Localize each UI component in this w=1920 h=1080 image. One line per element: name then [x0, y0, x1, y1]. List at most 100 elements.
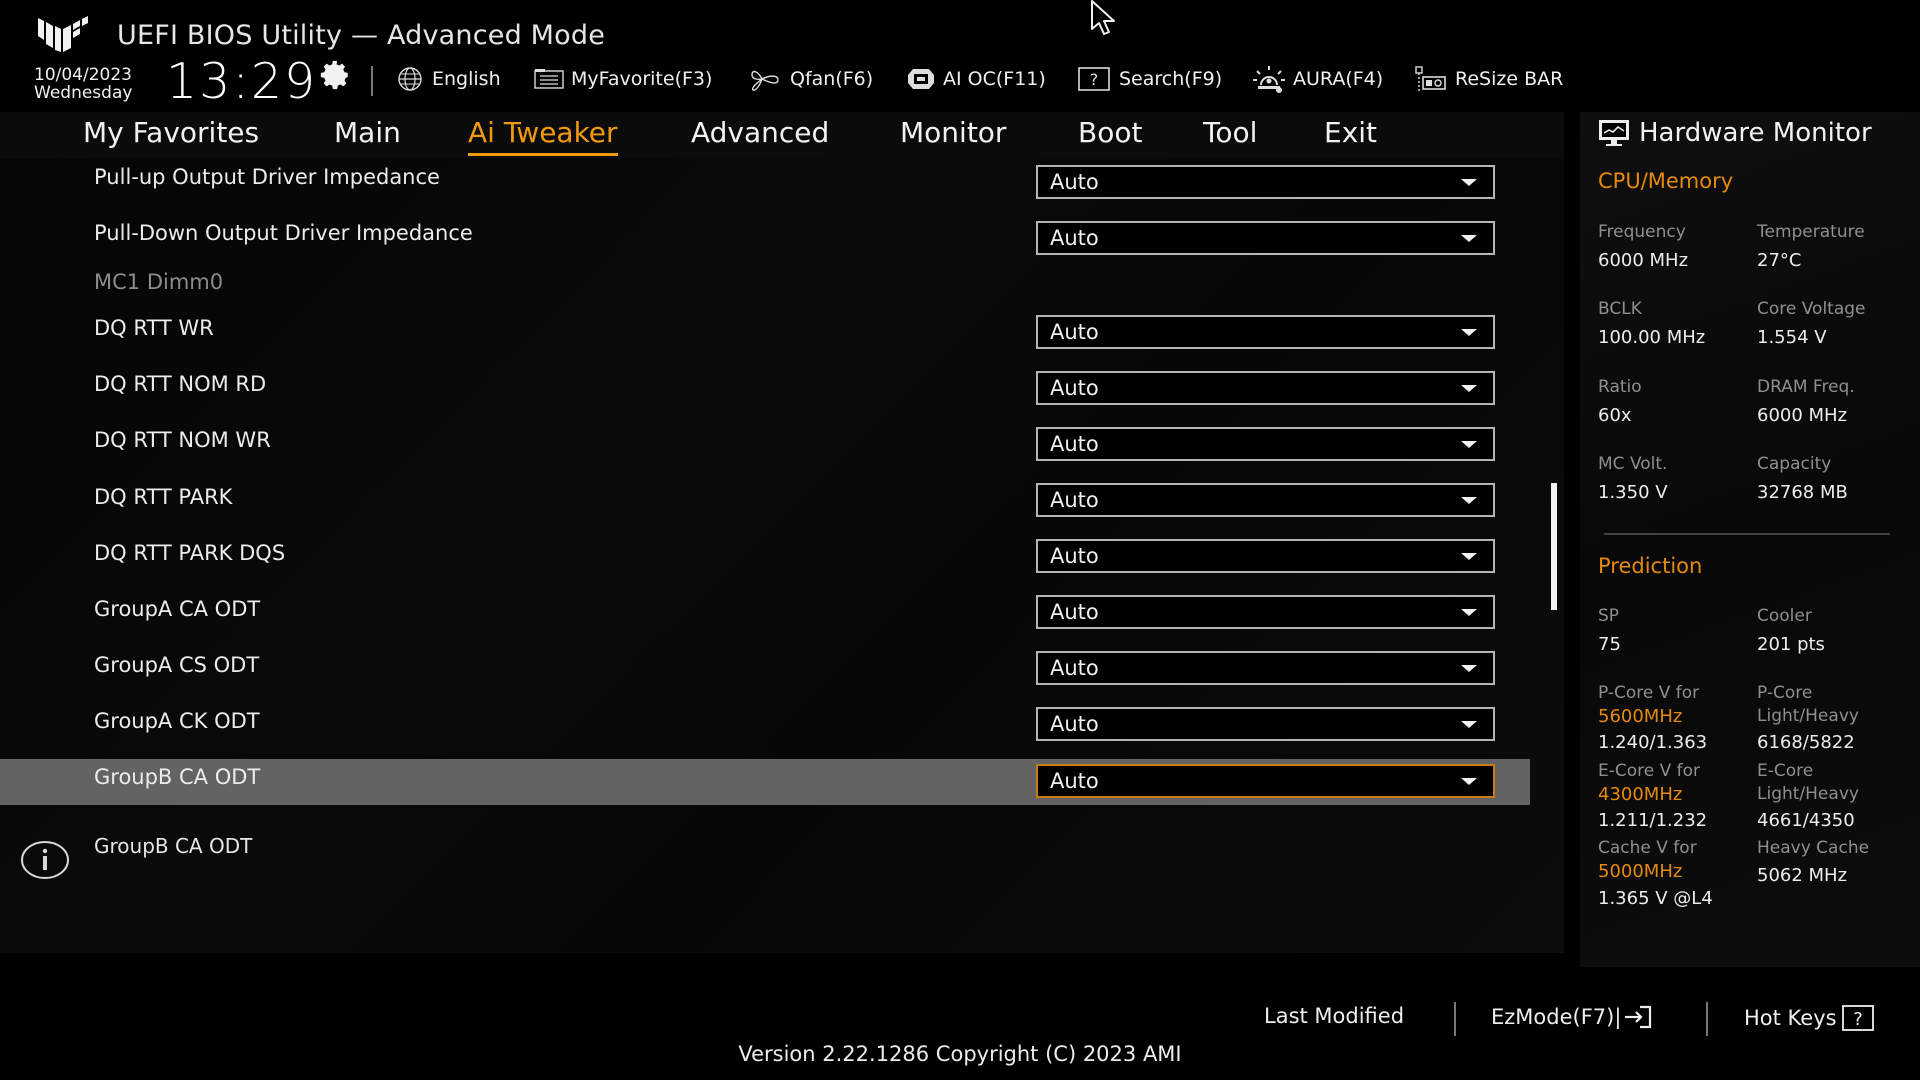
hw-cache-v-freq: 5000MHz	[1598, 861, 1683, 882]
dropdown-value: Auto	[1050, 376, 1099, 400]
scrollbar-thumb[interactable]	[1551, 483, 1557, 610]
dropdown-value: Auto	[1050, 656, 1099, 680]
hw-pcore-v-freq: 5600MHz	[1598, 706, 1683, 727]
setting-label[interactable]: DQ RTT PARK	[94, 485, 232, 509]
hw-value-frequency: 6000 MHz	[1598, 250, 1689, 271]
section-header: MC1 Dimm0	[94, 270, 224, 294]
mouse-cursor-icon	[1091, 0, 1115, 35]
hw-value-dram-freq: 6000 MHz	[1757, 405, 1848, 426]
hw-label-pcore-lh-1: P-Core	[1757, 683, 1813, 703]
hotkeys-button[interactable]: Hot Keys ?	[1744, 1004, 1875, 1032]
setting-label[interactable]: Pull-up Output Driver Impedance	[94, 165, 440, 189]
tab-my-favorites[interactable]: My Favorites	[83, 116, 259, 153]
setting-label[interactable]: DQ RTT WR	[94, 316, 214, 340]
tab-tool[interactable]: Tool	[1203, 116, 1257, 153]
language-label: English	[432, 68, 501, 90]
aura-label: AURA(F4)	[1293, 68, 1384, 90]
ai-oc-button[interactable]: AI OC(F11)	[905, 64, 1046, 94]
svg-text:?: ?	[1090, 70, 1099, 89]
setting-label-selected[interactable]: GroupB CA ODT	[94, 765, 260, 789]
myfavorite-button[interactable]: MyFavorite(F3)	[533, 64, 712, 94]
hw-label-dram-freq: DRAM Freq.	[1757, 377, 1855, 397]
setting-label[interactable]: DQ RTT NOM RD	[94, 372, 266, 396]
hotkeys-label: Hot Keys	[1744, 1006, 1837, 1030]
setting-label[interactable]: GroupA CS ODT	[94, 653, 259, 677]
weekday: Wednesday	[34, 83, 133, 103]
hw-label-sp: SP	[1598, 606, 1620, 626]
tab-ai-tweaker[interactable]: Ai Tweaker	[468, 116, 618, 156]
dropdown-value: Auto	[1050, 320, 1099, 344]
tab-boot[interactable]: Boot	[1078, 116, 1142, 153]
aura-icon	[1253, 66, 1285, 93]
setting-label[interactable]: GroupA CA ODT	[94, 597, 260, 621]
language-button[interactable]: English	[394, 64, 501, 94]
hw-value-mc-volt: 1.350 V	[1598, 482, 1668, 503]
setting-dropdown[interactable]: Auto	[1036, 707, 1495, 741]
hw-label-capacity: Capacity	[1757, 454, 1832, 474]
date: 10/04/2023	[34, 65, 132, 85]
caret-down-icon	[1461, 608, 1477, 616]
dropdown-value: Auto	[1050, 170, 1099, 194]
setting-dropdown[interactable]: Auto	[1036, 427, 1495, 461]
hw-divider	[1604, 533, 1890, 535]
fan-icon	[751, 70, 779, 91]
setting-dropdown[interactable]: Auto	[1036, 221, 1495, 255]
hardware-monitor-title: Hardware Monitor	[1597, 118, 1872, 148]
caret-down-icon	[1461, 720, 1477, 728]
dropdown-value: Auto	[1050, 488, 1099, 512]
hw-label-temperature: Temperature	[1757, 222, 1865, 242]
setting-dropdown[interactable]: Auto	[1036, 651, 1495, 685]
setting-label[interactable]: GroupA CK ODT	[94, 709, 260, 733]
tab-main[interactable]: Main	[334, 116, 401, 153]
setting-label[interactable]: Pull-Down Output Driver Impedance	[94, 221, 473, 245]
gear-icon[interactable]	[318, 58, 352, 92]
setting-dropdown[interactable]: Auto	[1036, 483, 1495, 517]
help-description: GroupB CA ODT	[94, 834, 253, 858]
setting-dropdown[interactable]: Auto	[1036, 371, 1495, 405]
hw-ecore-v-freq: 4300MHz	[1598, 784, 1683, 805]
hw-label-bclk: BCLK	[1598, 299, 1642, 319]
caret-down-icon	[1461, 777, 1477, 785]
help-question-icon: ?	[1841, 1005, 1874, 1031]
setting-dropdown[interactable]: Auto	[1036, 165, 1495, 199]
aura-button[interactable]: AURA(F4)	[1251, 64, 1383, 94]
tab-exit[interactable]: Exit	[1324, 116, 1377, 153]
setting-label[interactable]: DQ RTT PARK DQS	[94, 541, 285, 565]
tab-monitor[interactable]: Monitor	[900, 116, 1006, 153]
setting-dropdown[interactable]: Auto	[1036, 315, 1495, 349]
qfan-label: Qfan(F6)	[790, 68, 874, 90]
tab-advanced[interactable]: Advanced	[691, 116, 829, 153]
hw-label-heavy-cache: Heavy Cache	[1757, 838, 1870, 858]
caret-down-icon	[1461, 440, 1477, 448]
caret-down-icon	[1461, 328, 1477, 336]
hw-value-ecore-lh: 4661/4350	[1757, 810, 1855, 831]
resize-bar-icon	[1415, 66, 1446, 91]
hw-value-cooler: 201 pts	[1757, 634, 1825, 655]
dropdown-value: Auto	[1050, 432, 1099, 456]
info-icon	[21, 841, 69, 879]
resize-bar-label: ReSize BAR	[1455, 68, 1564, 90]
qfan-button[interactable]: Qfan(F6)	[748, 64, 873, 94]
footer-divider	[1706, 1002, 1708, 1036]
ai-oc-icon	[908, 69, 934, 89]
setting-dropdown-selected[interactable]: Auto	[1036, 764, 1495, 798]
caret-down-icon	[1461, 234, 1477, 242]
resize-bar-button[interactable]: ReSize BAR	[1413, 64, 1563, 94]
dropdown-value: Auto	[1050, 544, 1099, 568]
setting-label[interactable]: DQ RTT NOM WR	[94, 428, 271, 452]
setting-dropdown[interactable]: Auto	[1036, 539, 1495, 573]
setting-dropdown[interactable]: Auto	[1036, 595, 1495, 629]
hw-label-ecore-lh-1: E-Core	[1757, 761, 1814, 781]
search-button[interactable]: ? Search(F9)	[1077, 64, 1222, 94]
hw-label-cache-v: Cache V for	[1598, 838, 1697, 858]
last-modified-button[interactable]: Last Modified	[1264, 1004, 1404, 1028]
app-title: UEFI BIOS Utility — Advanced Mode	[117, 20, 606, 51]
ezmode-button[interactable]: EzMode(F7)|	[1491, 1004, 1653, 1030]
svg-text:?: ?	[1853, 1009, 1863, 1030]
hw-label-cooler: Cooler	[1757, 606, 1812, 626]
hw-value-bclk: 100.00 MHz	[1598, 327, 1706, 348]
hw-label-pcore-lh-2: Light/Heavy	[1757, 706, 1859, 726]
clock: 13:29	[166, 53, 318, 110]
hw-value-temperature: 27°C	[1757, 250, 1802, 271]
caret-down-icon	[1461, 496, 1477, 504]
